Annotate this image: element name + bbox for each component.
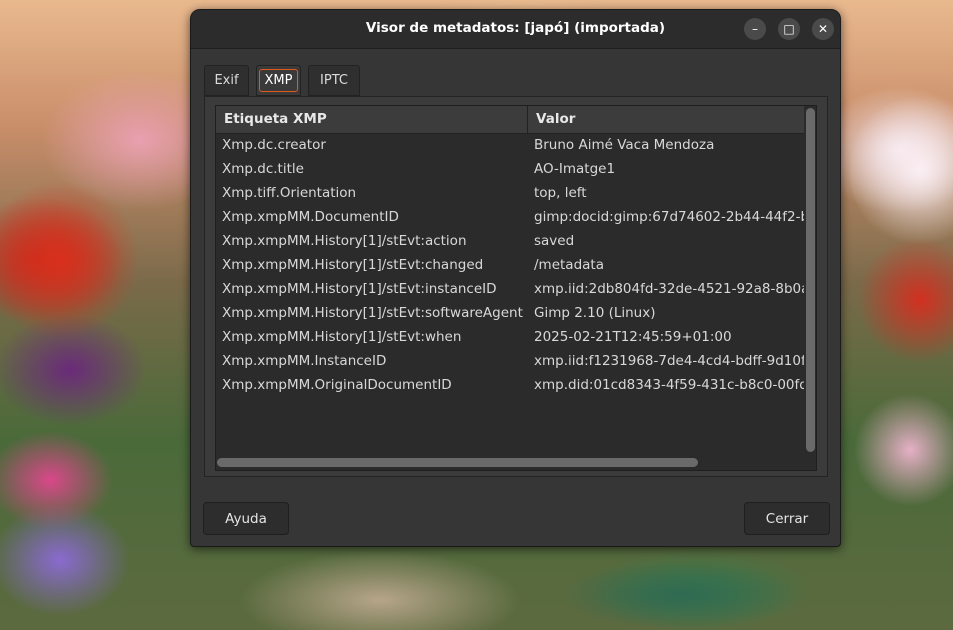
row-value: AO-Imatge1 bbox=[534, 161, 616, 177]
tab-exif-label: Exif bbox=[214, 73, 239, 88]
row-tag: Xmp.xmpMM.History[1]/stEvt:action bbox=[222, 233, 467, 249]
maximize-icon: □ bbox=[783, 22, 795, 36]
metadata-viewer-dialog: Visor de metadatos: [japó] (importada) –… bbox=[190, 9, 841, 547]
window-title: Visor de metadatos: [japó] (importada) bbox=[365, 20, 666, 36]
row-tag: Xmp.xmpMM.History[1]/stEvt:changed bbox=[222, 257, 484, 273]
row-value: Gimp 2.10 (Linux) bbox=[534, 305, 656, 321]
table-row[interactable]: Xmp.xmpMM.History[1]/stEvt:when 2025-02-2… bbox=[216, 325, 804, 349]
table-row[interactable]: Xmp.xmpMM.History[1]/stEvt:instanceID xmp… bbox=[216, 277, 804, 301]
vertical-scrollbar-thumb[interactable] bbox=[806, 108, 815, 452]
row-tag: Xmp.xmpMM.DocumentID bbox=[222, 209, 399, 225]
row-tag: Xmp.xmpMM.OriginalDocumentID bbox=[222, 377, 452, 393]
xmp-table[interactable]: Etiqueta XMP Valor Xmp.dc.creator Bruno A… bbox=[215, 105, 817, 471]
row-value: xmp.did:01cd8343-4f59-431c-b8c0-00fd0 bbox=[534, 377, 804, 393]
table-row[interactable]: Xmp.dc.creator Bruno Aimé Vaca Mendoza bbox=[216, 133, 804, 157]
row-value: saved bbox=[534, 233, 575, 249]
row-value: xmp.iid:f1231968-7de4-4cd4-bdff-9d10f9 bbox=[534, 353, 804, 369]
row-value: Bruno Aimé Vaca Mendoza bbox=[534, 137, 715, 153]
titlebar[interactable]: Visor de metadatos: [japó] (importada) –… bbox=[191, 10, 840, 49]
row-tag: Xmp.dc.creator bbox=[222, 137, 326, 153]
table-row[interactable]: Xmp.xmpMM.DocumentID gimp:docid:gimp:67d7… bbox=[216, 205, 804, 229]
row-value: 2025-02-21T12:45:59+01:00 bbox=[534, 329, 732, 345]
row-value: top, left bbox=[534, 185, 587, 201]
close-button-label: Cerrar bbox=[765, 510, 809, 527]
row-value: xmp.iid:2db804fd-32de-4521-92a8-8b0ac bbox=[534, 281, 804, 297]
close-button[interactable]: Cerrar bbox=[744, 502, 830, 535]
table-row[interactable]: Xmp.xmpMM.History[1]/stEvt:softwareAgent… bbox=[216, 301, 804, 325]
row-tag: Xmp.xmpMM.InstanceID bbox=[222, 353, 387, 369]
table-row[interactable]: Xmp.xmpMM.InstanceID xmp.iid:f1231968-7de… bbox=[216, 349, 804, 373]
row-tag: Xmp.xmpMM.History[1]/stEvt:when bbox=[222, 329, 462, 345]
xmp-panel: Etiqueta XMP Valor Xmp.dc.creator Bruno A… bbox=[204, 96, 828, 477]
table-row[interactable]: Xmp.xmpMM.OriginalDocumentID xmp.did:01cd… bbox=[216, 373, 804, 397]
table-row[interactable]: Xmp.xmpMM.History[1]/stEvt:changed/metad… bbox=[216, 253, 804, 277]
maximize-button[interactable]: □ bbox=[778, 18, 800, 40]
tab-xmp-label: XMP bbox=[258, 69, 299, 92]
table-row[interactable]: Xmp.tiff.Orientation top, left bbox=[216, 181, 804, 205]
wallpaper-pond bbox=[560, 560, 800, 630]
tab-xmp[interactable]: XMP bbox=[256, 65, 301, 96]
tab-exif[interactable]: Exif bbox=[204, 65, 249, 96]
help-button[interactable]: Ayuda bbox=[203, 502, 289, 535]
table-row[interactable]: Xmp.dc.title AO-Imatge1 bbox=[216, 157, 804, 181]
row-value: /metadata bbox=[534, 257, 604, 273]
minimize-icon: – bbox=[752, 22, 758, 36]
table-header: Etiqueta XMP Valor bbox=[216, 106, 804, 134]
table-body: Xmp.dc.creator Bruno Aimé Vaca Mendoza Xmp… bbox=[216, 133, 804, 397]
horizontal-scrollbar-thumb[interactable] bbox=[217, 458, 698, 467]
close-icon: ✕ bbox=[817, 22, 829, 36]
row-tag: Xmp.tiff.Orientation bbox=[222, 185, 357, 201]
vertical-scrollbar[interactable] bbox=[805, 106, 816, 454]
wallpaper-flowers-right bbox=[850, 90, 953, 250]
tab-iptc-label: IPTC bbox=[320, 73, 348, 88]
horizontal-scrollbar[interactable] bbox=[216, 456, 804, 468]
column-header-value[interactable]: Valor bbox=[528, 106, 804, 133]
tab-iptc[interactable]: IPTC bbox=[308, 65, 360, 96]
row-tag: Xmp.dc.title bbox=[222, 161, 304, 177]
help-button-label: Ayuda bbox=[225, 510, 267, 527]
close-window-button[interactable]: ✕ bbox=[812, 18, 834, 40]
wallpaper-flowers-left bbox=[0, 180, 140, 340]
minimize-button[interactable]: – bbox=[744, 18, 766, 40]
row-tag: Xmp.xmpMM.History[1]/stEvt:instanceID bbox=[222, 281, 497, 297]
row-tag: Xmp.xmpMM.History[1]/stEvt:softwareAgent bbox=[222, 305, 523, 321]
row-value: gimp:docid:gimp:67d74602-2b44-44f2-b8 bbox=[534, 209, 804, 225]
table-row[interactable]: Xmp.xmpMM.History[1]/stEvt:action saved bbox=[216, 229, 804, 253]
column-header-tag[interactable]: Etiqueta XMP bbox=[216, 106, 528, 133]
